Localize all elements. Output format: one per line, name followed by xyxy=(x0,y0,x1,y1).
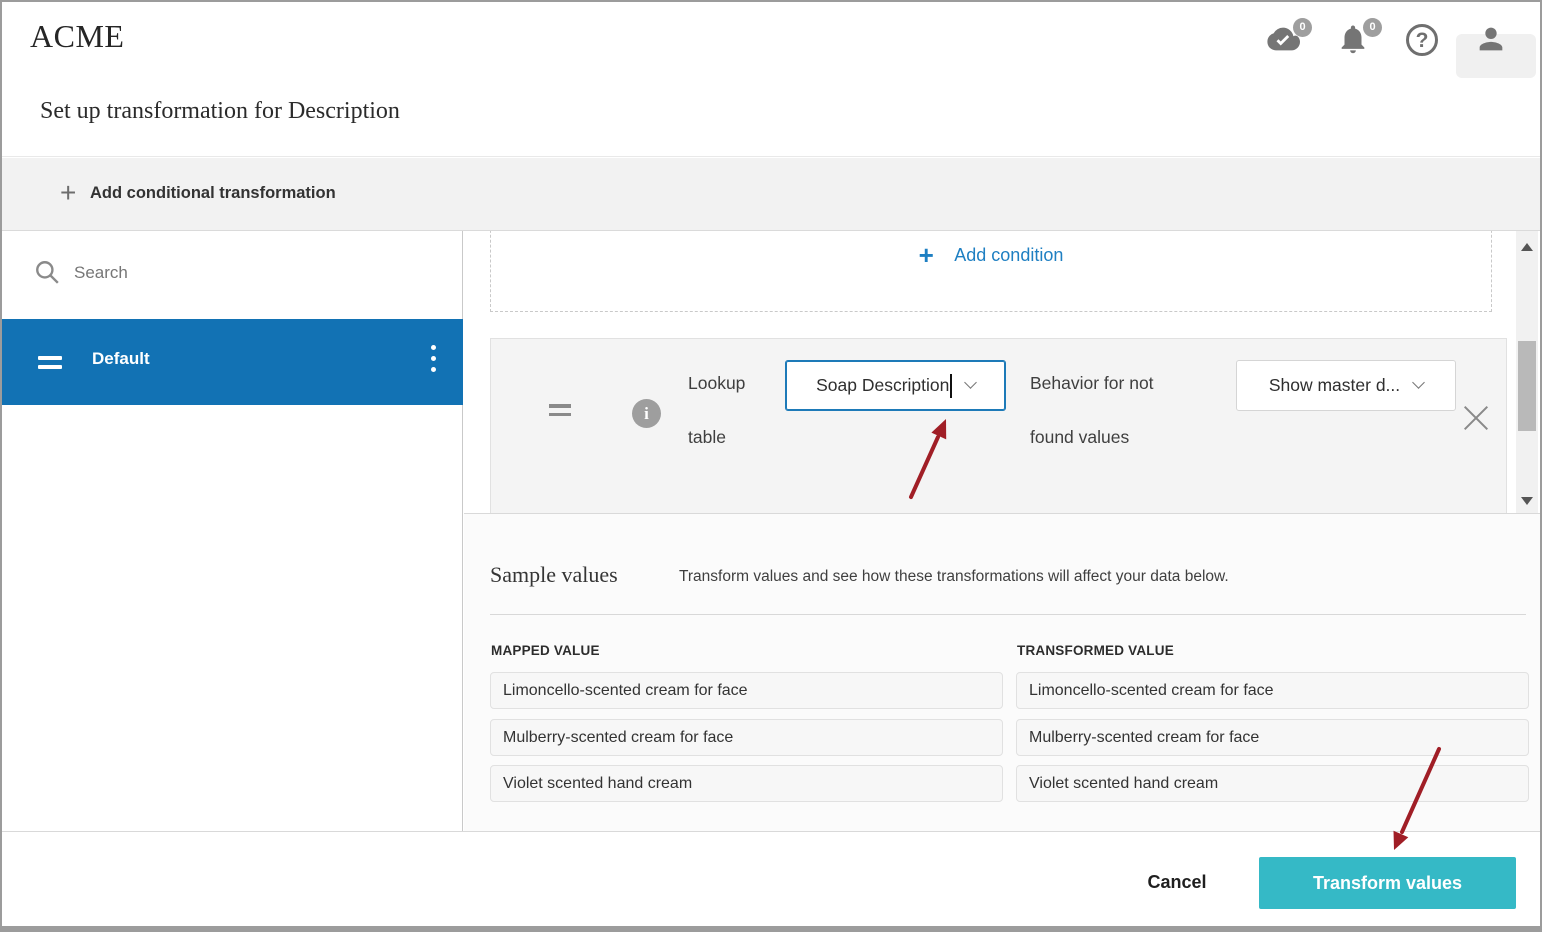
add-condition-button[interactable]: + Add condition xyxy=(491,240,1491,271)
mapped-value-cell: Violet scented hand cream xyxy=(490,765,1003,802)
search-input[interactable] xyxy=(74,257,434,289)
header: ACME Set up transformation for Descripti… xyxy=(2,2,1540,157)
conditions-scroll-area: + Add condition i Lookup table Soap Desc… xyxy=(464,231,1516,513)
sidebar-item-default[interactable]: Default xyxy=(2,319,463,405)
transform-values-button[interactable]: Transform values xyxy=(1259,857,1516,909)
mapped-value-cell: Limoncello-scented cream for face xyxy=(490,672,1003,709)
drag-handle-icon[interactable] xyxy=(38,356,62,374)
remove-row-icon[interactable] xyxy=(1463,402,1489,428)
user-profile-icon[interactable] xyxy=(1474,22,1514,62)
sample-values-section: Sample values Transform values and see h… xyxy=(464,513,1540,831)
drag-handle-icon[interactable] xyxy=(549,404,571,421)
mapped-value-cell: Mulberry-scented cream for face xyxy=(490,719,1003,756)
help-icon[interactable]: ? xyxy=(1406,22,1446,62)
transformed-value-cell: Limoncello-scented cream for face xyxy=(1016,672,1529,709)
info-icon[interactable]: i xyxy=(632,399,661,428)
approvals-badge: 0 xyxy=(1293,18,1312,37)
sidebar-item-label: Default xyxy=(92,349,150,369)
transformed-value-cell: Mulberry-scented cream for face xyxy=(1016,719,1529,756)
lookup-table-label: Lookup table xyxy=(688,356,768,464)
search-icon xyxy=(34,259,60,285)
scroll-up-arrow[interactable] xyxy=(1521,243,1533,251)
behavior-dropdown[interactable]: Show master d... xyxy=(1236,360,1456,411)
mapped-value-header: MAPPED VALUE xyxy=(491,643,600,658)
lookup-table-dropdown[interactable]: Soap Description xyxy=(785,360,1006,411)
scroll-down-arrow[interactable] xyxy=(1521,497,1533,505)
kebab-menu-icon[interactable] xyxy=(421,345,445,381)
transformed-value-cell: Violet scented hand cream xyxy=(1016,765,1529,802)
notifications-bell-icon[interactable]: 0 xyxy=(1336,22,1376,62)
page-title: Set up transformation for Description xyxy=(40,98,400,125)
behavior-label: Behavior for not found values xyxy=(1030,356,1180,464)
scrollbar-thumb[interactable] xyxy=(1518,341,1536,431)
conditional-transformation-toolbar[interactable]: + Add conditional transformation xyxy=(2,158,1540,231)
add-conditional-transformation-button[interactable]: Add conditional transformation xyxy=(90,184,336,203)
lookup-table-value: Soap Description xyxy=(816,375,949,396)
plus-icon: + xyxy=(60,178,76,208)
text-cursor xyxy=(950,374,952,398)
transformed-value-header: TRANSFORMED VALUE xyxy=(1017,643,1174,658)
behavior-value: Show master d... xyxy=(1269,375,1400,396)
brand-logo: ACME xyxy=(30,18,124,55)
sidebar: Default xyxy=(2,231,463,831)
sample-values-heading: Sample values xyxy=(490,562,618,588)
notifications-badge: 0 xyxy=(1363,18,1382,37)
add-condition-dropzone: + Add condition xyxy=(490,231,1492,312)
app-window: ACME Set up transformation for Descripti… xyxy=(0,0,1542,932)
footer: Cancel Transform values xyxy=(2,831,1540,928)
divider xyxy=(490,614,1526,615)
chevron-down-icon xyxy=(1412,376,1425,389)
vertical-scrollbar[interactable] xyxy=(1516,231,1538,513)
chevron-down-icon xyxy=(964,376,977,389)
search-row xyxy=(2,231,462,319)
plus-icon: + xyxy=(919,240,934,270)
cancel-button[interactable]: Cancel xyxy=(1122,862,1232,902)
sample-values-description: Transform values and see how these trans… xyxy=(679,568,1229,586)
approvals-icon[interactable]: 0 xyxy=(1266,22,1306,62)
transformation-row: i Lookup table Soap Description Behavior… xyxy=(490,338,1507,513)
